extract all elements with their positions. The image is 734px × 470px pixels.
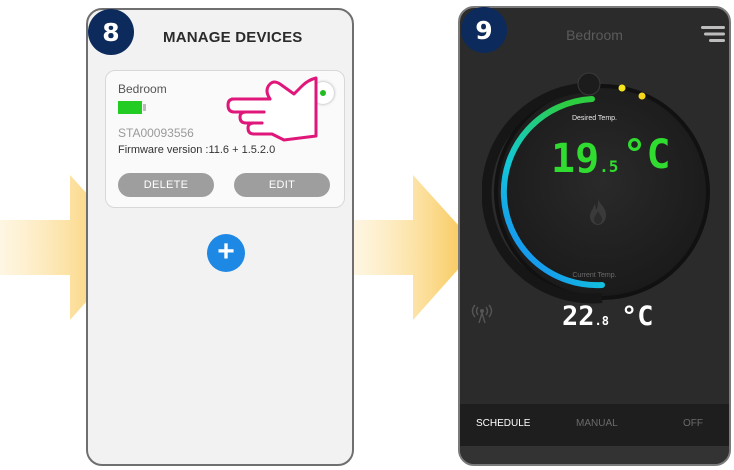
wifi-signal-icon	[471, 304, 493, 324]
current-temp-label: Current Temp.	[572, 272, 617, 279]
current-temp-unit: °C	[620, 301, 654, 332]
tab-off[interactable]: OFF	[683, 418, 703, 429]
desired-temperature: 19.5 °C	[551, 132, 671, 182]
delete-button[interactable]: DELETE	[118, 173, 214, 197]
battery-icon	[118, 101, 142, 114]
step-9-badge: 9	[461, 7, 507, 53]
current-temperature: 22.8 °C	[562, 301, 653, 332]
hand-pointer-icon	[226, 76, 318, 142]
mode-tab-bar: SCHEDULE MANUAL OFF	[460, 404, 729, 446]
tab-schedule[interactable]: SCHEDULE	[476, 418, 530, 429]
current-temp-whole: 22	[562, 301, 595, 332]
desired-temp-decimal: .5	[599, 157, 619, 176]
desired-temp-whole: 19	[551, 136, 600, 182]
battery-tip	[143, 104, 146, 111]
schedule-strip	[460, 446, 729, 464]
device-serial: STA00093556	[118, 126, 194, 140]
tab-manual[interactable]: MANUAL	[576, 418, 618, 429]
page-title: MANAGE DEVICES	[163, 29, 303, 46]
current-temp-decimal: .8	[594, 314, 609, 328]
device-name: Bedroom	[118, 82, 167, 96]
thermostat-screen: Bedroom Desired Temp. 19.5 °C Current Te…	[458, 6, 731, 466]
desired-temp-unit: °C	[622, 132, 671, 178]
add-device-button[interactable]: +	[207, 234, 245, 272]
step-8-badge: 8	[88, 9, 134, 55]
menu-icon[interactable]	[701, 25, 725, 43]
desired-temp-label: Desired Temp.	[571, 115, 617, 122]
flame-icon	[590, 199, 606, 225]
firmware-version: Firmware version :11.6 + 1.5.2.0	[118, 144, 276, 156]
edit-button[interactable]: EDIT	[234, 173, 330, 197]
online-status-icon	[320, 90, 326, 96]
